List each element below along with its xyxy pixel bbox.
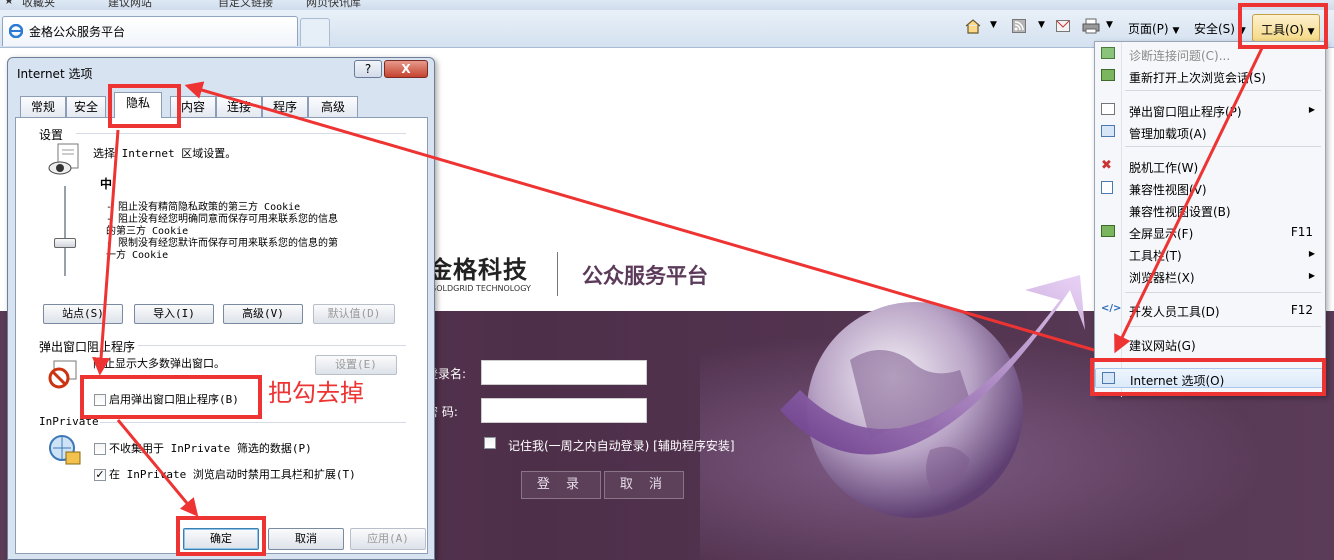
arrow-privacy-to-checkbox — [92, 129, 120, 376]
annotation-arrows — [92, 47, 1264, 517]
arrow-options-to-privacy — [184, 81, 1095, 352]
tab-privacy[interactable]: 隐私 — [114, 92, 162, 118]
arrow-checkbox-to-ok — [116, 419, 199, 517]
arrow-tools-to-options — [1114, 47, 1264, 354]
